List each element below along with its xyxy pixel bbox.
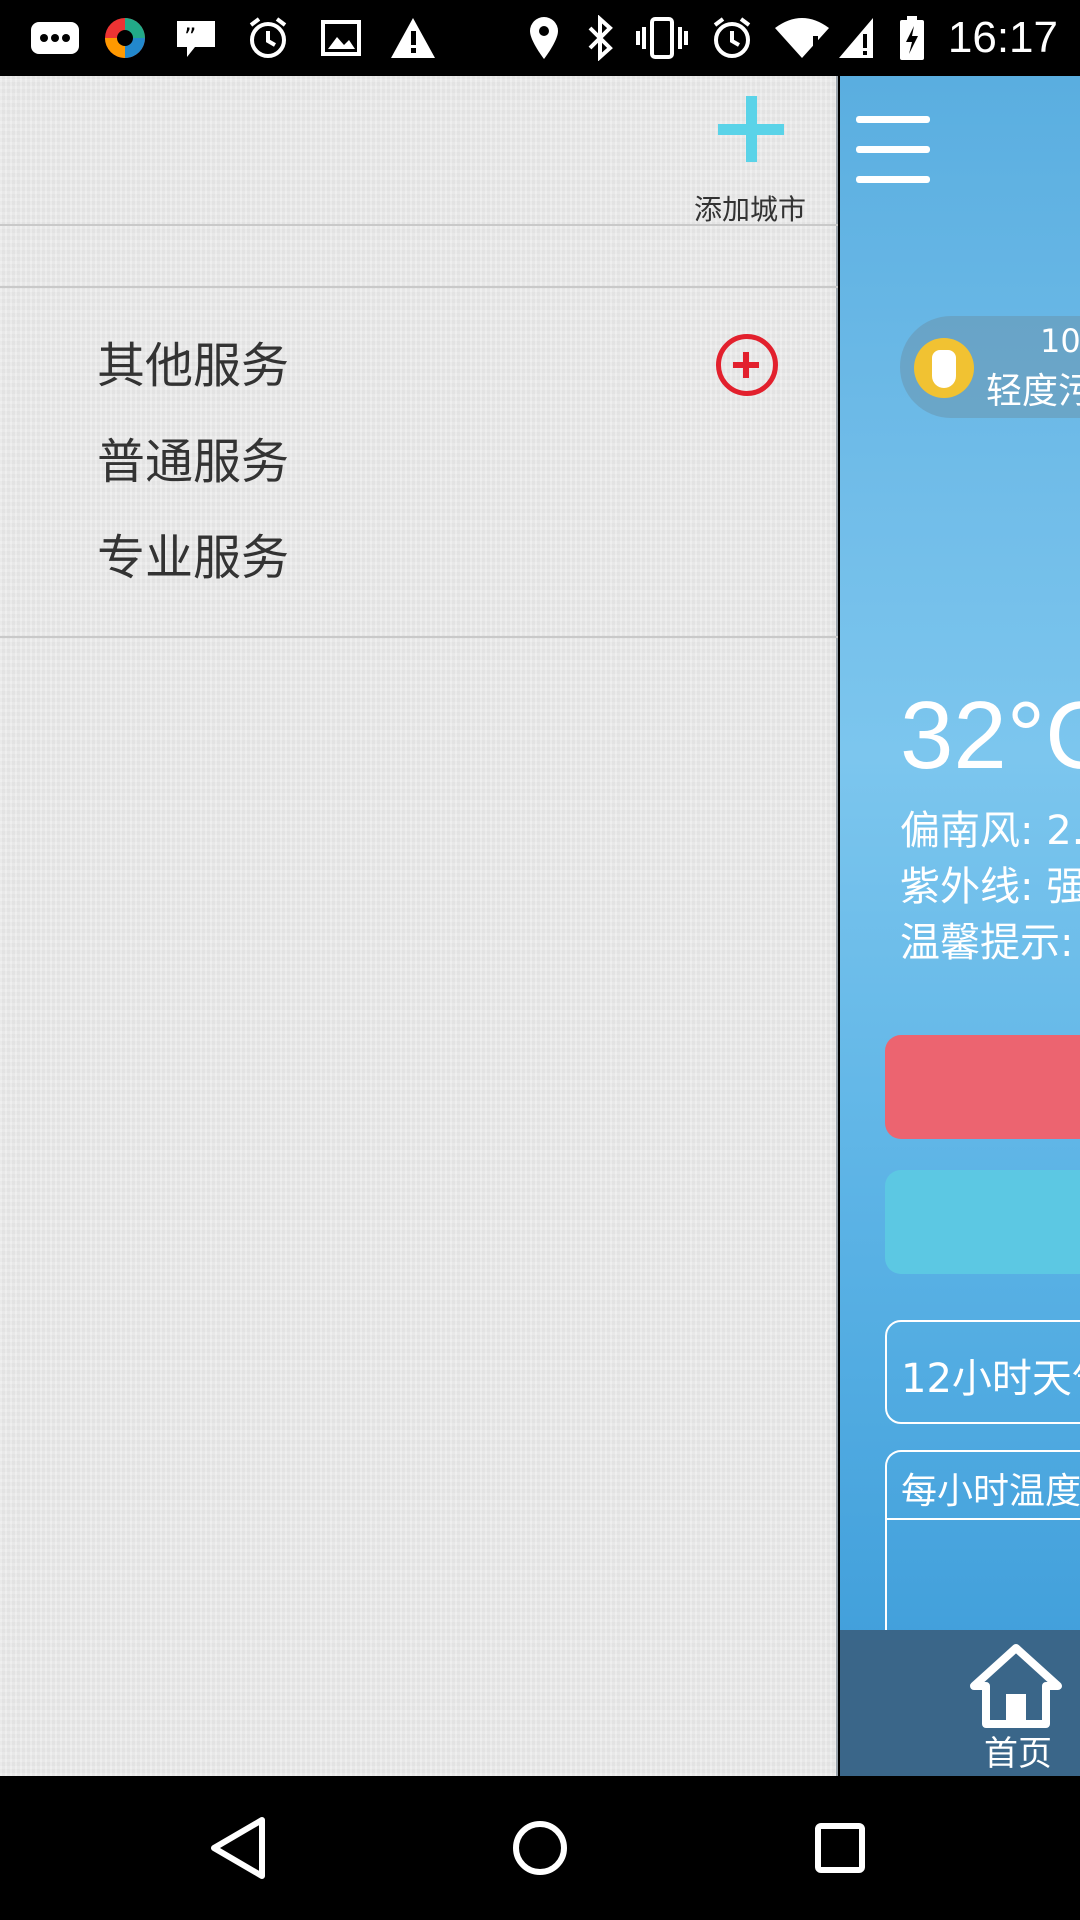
air-quality-icon bbox=[914, 338, 974, 398]
menu-button[interactable] bbox=[856, 116, 932, 186]
recents-icon[interactable] bbox=[800, 1808, 880, 1888]
battery-icon bbox=[896, 14, 928, 62]
divider bbox=[887, 1518, 1080, 1520]
menu-icon-line bbox=[856, 146, 930, 153]
bluetooth-icon bbox=[582, 14, 618, 62]
home-icon[interactable] bbox=[970, 1644, 1062, 1728]
bottom-navigation: 首页 bbox=[840, 1630, 1080, 1776]
wifi-icon bbox=[772, 14, 832, 62]
warning-icon bbox=[388, 14, 438, 62]
service-item-professional[interactable]: 专业服务 bbox=[97, 526, 289, 590]
weather-main-panel: 107 轻度污 32°C 偏南风: 2. 紫外线: 强 温馨提示: 12小时天气… bbox=[840, 76, 1080, 1776]
hourly-temperature-label: 每小时温度 bbox=[901, 1471, 1080, 1512]
svg-text:”: ” bbox=[184, 23, 196, 51]
air-quality-badge[interactable]: 107 轻度污 bbox=[900, 316, 1080, 418]
add-circle-icon[interactable] bbox=[716, 334, 778, 396]
menu-icon-line bbox=[856, 176, 930, 183]
forecast-12h-label: 12小时天气 bbox=[901, 1356, 1080, 1402]
quote-bubble-icon: ” bbox=[172, 14, 220, 62]
alarm-icon bbox=[244, 14, 292, 62]
signal-icon bbox=[836, 14, 876, 62]
menu-icon-line bbox=[856, 116, 930, 123]
add-city-label: 添加城市 bbox=[693, 193, 806, 226]
divider bbox=[0, 224, 838, 226]
color-wheel-icon bbox=[100, 14, 150, 62]
cyan-action-button[interactable] bbox=[885, 1170, 1080, 1274]
service-item-normal[interactable]: 普通服务 bbox=[97, 430, 289, 494]
forecast-12h-card[interactable]: 12小时天气 bbox=[885, 1320, 1080, 1424]
current-temperature: 32°C bbox=[900, 682, 1080, 789]
aqi-level: 轻度污 bbox=[986, 371, 1080, 412]
home-label[interactable]: 首页 bbox=[984, 1726, 1052, 1775]
red-action-button[interactable] bbox=[885, 1035, 1080, 1139]
alarm-icon bbox=[708, 14, 756, 62]
image-icon bbox=[318, 14, 364, 62]
aqi-value: 107 bbox=[1040, 322, 1080, 360]
plus-icon bbox=[718, 96, 784, 162]
home-circle-icon[interactable] bbox=[500, 1808, 580, 1888]
wind-info: 偏南风: 2. bbox=[900, 808, 1080, 854]
status-time: 16:17 bbox=[947, 13, 1058, 62]
hourly-temperature-card: 每小时温度 bbox=[885, 1450, 1080, 1650]
back-icon[interactable] bbox=[200, 1808, 280, 1888]
tip-info: 温馨提示: bbox=[900, 920, 1074, 966]
uv-info: 紫外线: 强 bbox=[900, 864, 1080, 910]
divider bbox=[0, 286, 838, 288]
app-content: 添加城市 其他服务 普通服务 专业服务 107 轻度污 32°C 偏南风: 2.… bbox=[0, 76, 1080, 1776]
navigation-drawer: 添加城市 其他服务 普通服务 专业服务 bbox=[0, 76, 838, 1776]
service-item-other[interactable]: 其他服务 bbox=[97, 334, 289, 398]
system-navigation-bar bbox=[0, 1776, 1080, 1920]
vibrate-icon bbox=[634, 14, 690, 62]
status-bar: ” 16:17 bbox=[0, 0, 1080, 76]
location-icon bbox=[526, 14, 562, 62]
divider bbox=[0, 636, 838, 638]
more-notification-icon bbox=[28, 14, 82, 62]
add-city-button[interactable]: 添加城市 bbox=[690, 94, 810, 226]
